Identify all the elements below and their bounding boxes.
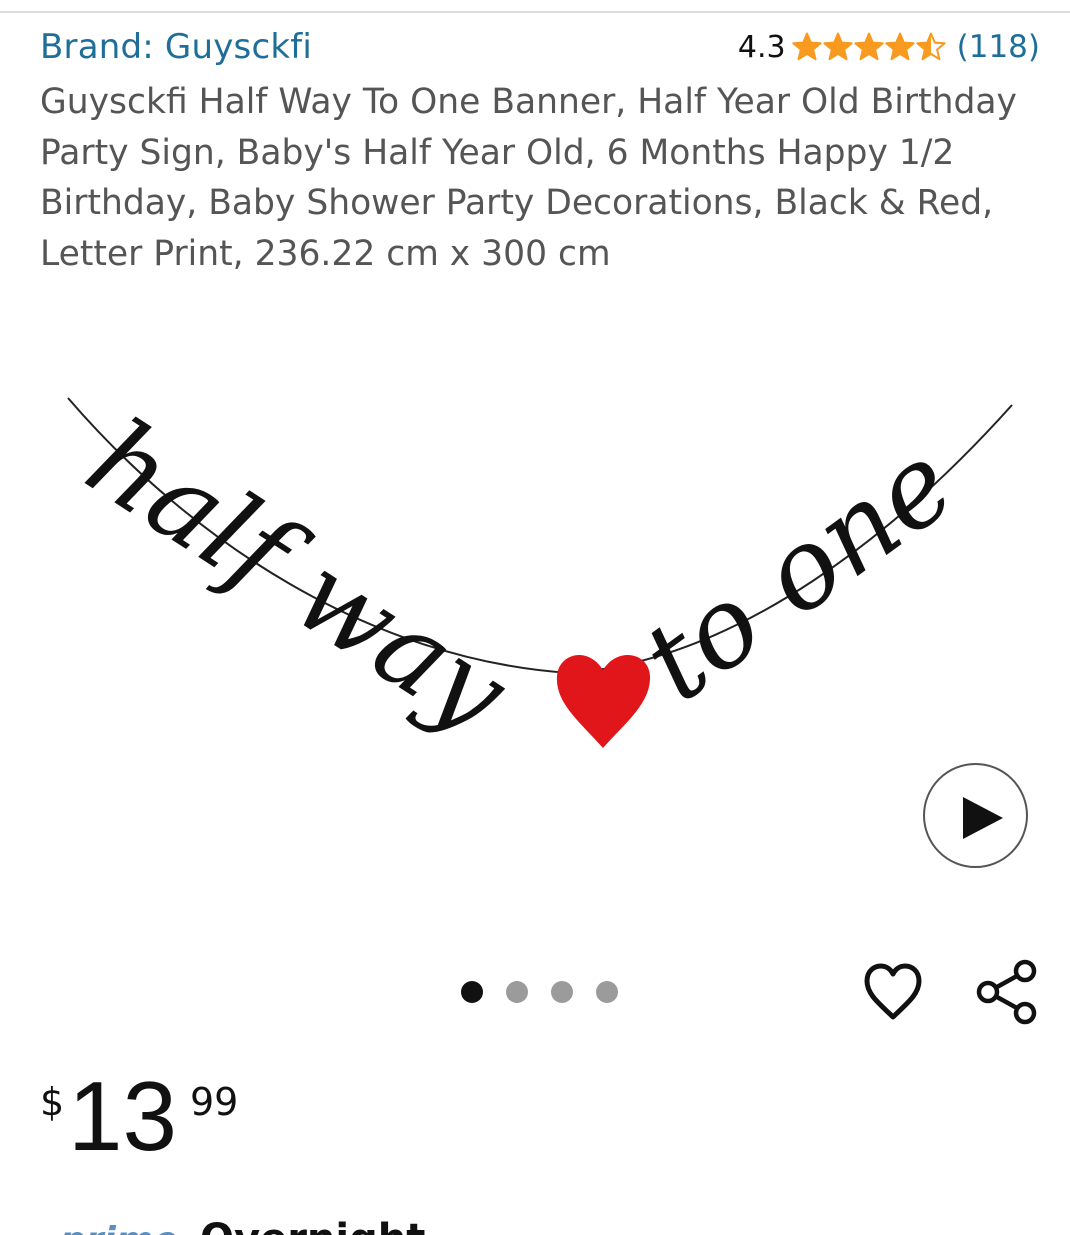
star-full-icon [823, 32, 853, 61]
carousel-dot-3[interactable] [551, 981, 573, 1003]
delivery-label: Overnight [200, 1216, 425, 1235]
rating-value: 4.3 [737, 29, 786, 65]
share-button[interactable] [974, 959, 1040, 1025]
image-carousel-dots [461, 981, 641, 1003]
price-currency-symbol: $ [40, 1080, 65, 1124]
heart-outline-icon [864, 963, 922, 1020]
star-full-icon [854, 32, 884, 61]
banner-letters-left: half way [66, 394, 531, 758]
price-fraction: 99 [190, 1080, 239, 1124]
carousel-dot-1[interactable] [461, 981, 483, 1003]
star-full-icon [792, 32, 822, 61]
price-whole: 13 [68, 1061, 178, 1171]
play-video-button[interactable] [923, 763, 1028, 868]
product-image[interactable]: half way to one [40, 370, 1040, 790]
carousel-dot-2[interactable] [506, 981, 528, 1003]
brand-link[interactable]: Brand: Guysckfi [40, 27, 312, 67]
banner-text-left: half way [66, 394, 531, 758]
carousel-dot-4[interactable] [596, 981, 618, 1003]
star-full-icon [885, 32, 915, 61]
rating-summary[interactable]: 4.3 (118) [738, 28, 1040, 66]
star-half-icon [916, 32, 946, 61]
delivery-option: prime Overnight [60, 1210, 660, 1235]
rating-count-link[interactable]: (118) [957, 29, 1040, 65]
top-divider [0, 11, 1070, 13]
share-icon [976, 959, 1037, 1025]
star-rating [792, 32, 947, 62]
banner-text-right: to one [620, 418, 976, 726]
banner-illustration: half way to one [66, 394, 1013, 758]
product-title: Guysckfi Half Way To One Banner, Half Ye… [40, 82, 1017, 274]
wishlist-button[interactable] [862, 962, 924, 1022]
play-icon [963, 797, 1003, 839]
prime-logo: prime [60, 1220, 178, 1235]
